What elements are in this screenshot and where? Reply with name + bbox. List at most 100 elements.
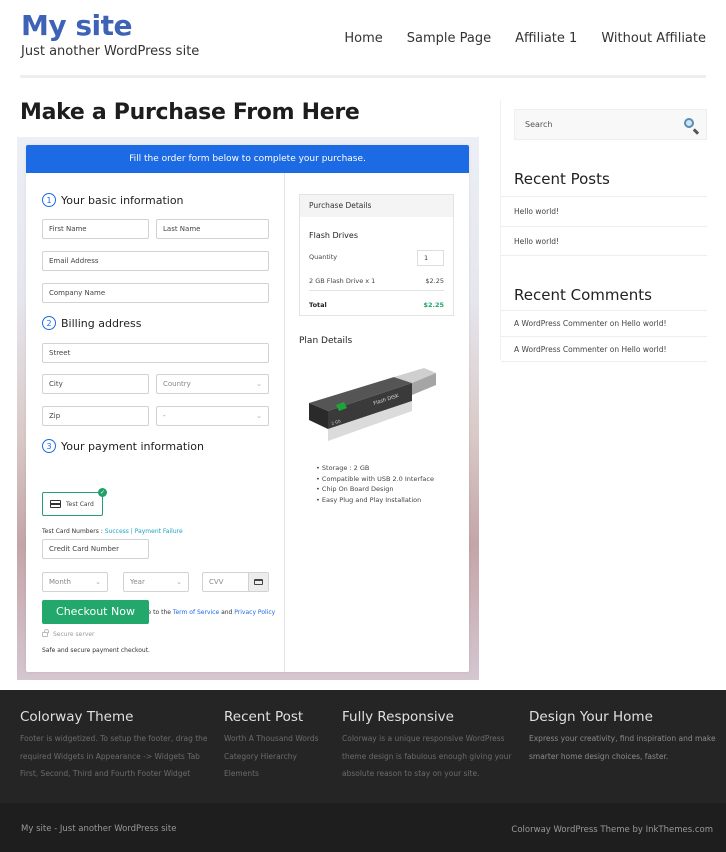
footer-bottom-bar: My site - Just another WordPress site Co… (0, 803, 726, 852)
page-title: Make a Purchase From Here (20, 100, 360, 125)
quantity-input[interactable]: 1 (417, 250, 444, 266)
country-select-value: Country (163, 380, 191, 388)
feature-item: Easy Plug and Play Installation (316, 495, 434, 506)
search-icon[interactable] (684, 118, 694, 128)
sidebar: Search Recent Posts Hello world! Hello w… (500, 100, 707, 362)
footer-post-link[interactable]: Category Hierarchy (224, 748, 319, 766)
step-payment: 3 Your payment information (42, 439, 204, 453)
footer-theme-credit-link[interactable]: Colorway WordPress Theme by InkThemes.co… (511, 825, 713, 835)
privacy-link[interactable]: Privacy Policy (234, 609, 275, 616)
nav-without-affiliate[interactable]: Without Affiliate (601, 31, 706, 46)
footer-line: required Widgets in Appearance -> Widget… (20, 751, 200, 761)
recent-post-link[interactable]: Hello world! (501, 226, 707, 256)
nav-home[interactable]: Home (344, 31, 382, 46)
total-value: $2.25 (423, 301, 444, 309)
footer-line: Colorway is a unique responsive WordPres… (342, 734, 505, 743)
footer-title: Fully Responsive (342, 709, 454, 725)
footer-col-responsive: Fully Responsive Colorway is a unique re… (342, 709, 511, 783)
month-select[interactable]: Month ⌄ (42, 572, 108, 592)
test-card-label: Test Card Numbers : (42, 528, 105, 535)
footer-title: Design Your Home (529, 709, 653, 725)
agree-and: and (219, 609, 235, 616)
zip-input[interactable]: Zip (42, 406, 149, 426)
feature-item: Storage : 2 GB (316, 463, 434, 474)
nav-affiliate-1[interactable]: Affiliate 1 (515, 31, 577, 46)
footer-line: Express your creativity, find inspiratio… (529, 734, 716, 743)
footer-col-recent-post: Recent Post Worth A Thousand Words Categ… (224, 709, 319, 783)
step-number-icon: 1 (42, 193, 56, 207)
search-input[interactable]: Search (514, 109, 707, 140)
step-billing: 2 Billing address (42, 316, 141, 330)
recent-post-link[interactable]: Hello world! (501, 196, 707, 226)
chevron-down-icon: ⌄ (176, 578, 182, 586)
recent-comment-link[interactable]: A WordPress Commenter on Hello world! (501, 310, 707, 336)
total-label: Total (309, 301, 327, 309)
step-number-icon: 2 (42, 316, 56, 330)
recent-posts-title: Recent Posts (514, 170, 610, 188)
city-input[interactable]: City (42, 374, 149, 394)
test-failure-link[interactable]: Payment Failure (135, 528, 183, 535)
payment-method-label: Test Card (66, 500, 94, 508)
header-divider (20, 75, 706, 78)
step-label: Your payment information (61, 439, 204, 453)
cvv-placeholder: CVV (209, 578, 224, 586)
product-name: Flash Drives (309, 231, 444, 240)
footer-widgets: Colorway Theme Footer is widgetized. To … (0, 690, 726, 803)
secure-label: Secure server (53, 631, 95, 638)
footer-title: Recent Post (224, 709, 304, 725)
line-item-label: 2 GB Flash Drive x 1 (309, 277, 376, 285)
checkout-card: Fill the order form below to complete yo… (26, 145, 469, 672)
chevron-down-icon: ⌄ (256, 412, 262, 420)
company-input[interactable]: Company Name (42, 283, 269, 303)
first-name-input[interactable]: First Name (42, 219, 149, 239)
footer-title: Colorway Theme (20, 709, 134, 725)
purchase-summary: Purchase Details Flash Drives Quantity 1… (286, 173, 469, 672)
secure-note: Safe and secure payment checkout. (42, 647, 150, 654)
card-number-input[interactable]: Credit Card Number (42, 539, 149, 559)
recent-comment-link[interactable]: A WordPress Commenter on Hello world! (501, 336, 707, 362)
footer-site-link[interactable]: My site - Just another WordPress site (21, 824, 176, 834)
footer-post-link[interactable]: Worth A Thousand Words (224, 730, 319, 748)
test-card-numbers: Test Card Numbers : Success | Payment Fa… (42, 528, 183, 535)
line-item-price: $2.25 (425, 277, 444, 285)
year-select-value: Year (130, 578, 145, 586)
step-basic-info: 1 Your basic information (42, 193, 184, 207)
nav-sample-page[interactable]: Sample Page (407, 31, 491, 46)
footer-post-link[interactable]: Elements (224, 765, 319, 783)
footer-line: absolute reason to stay on your site. (342, 769, 480, 778)
step-label: Billing address (61, 316, 142, 330)
street-input[interactable]: Street (42, 343, 269, 363)
site-header: My site Just another WordPress site Home… (0, 0, 726, 80)
check-icon: ✓ (98, 488, 107, 497)
plan-features: Storage : 2 GB Compatible with USB 2.0 I… (316, 463, 434, 505)
cvv-input[interactable]: CVV (202, 572, 269, 592)
line-item-row: 2 GB Flash Drive x 1 $2.25 (309, 277, 444, 285)
step-number-icon: 3 (42, 439, 56, 453)
site-tagline: Just another WordPress site (21, 44, 200, 59)
chevron-down-icon: ⌄ (256, 380, 262, 388)
divider (309, 290, 444, 291)
checkout-now-button[interactable]: Checkout Now (42, 600, 149, 624)
last-name-input[interactable]: Last Name (156, 219, 269, 239)
checkout-banner: Fill the order form below to complete yo… (26, 145, 469, 173)
state-select[interactable]: - ⌄ (156, 406, 269, 426)
test-success-link[interactable]: Success (105, 528, 129, 535)
terms-link[interactable]: Term of Service (173, 609, 219, 616)
site-title-link[interactable]: My site (21, 9, 133, 42)
step-label: Your basic information (61, 193, 184, 207)
credit-card-icon (50, 500, 61, 508)
quantity-label: Quantity (309, 253, 338, 261)
footer-line: theme design is fabulous enough giving y… (342, 751, 512, 761)
recent-comments-title: Recent Comments (514, 286, 652, 304)
email-input[interactable]: Email Address (42, 251, 269, 271)
footer-line: Footer is widgetized. To setup the foote… (20, 734, 208, 743)
country-select[interactable]: Country ⌄ (156, 374, 269, 394)
year-select[interactable]: Year ⌄ (123, 572, 189, 592)
footer-col-design-home: Design Your Home Express your creativity… (529, 709, 716, 765)
plan-details-title: Plan Details (299, 336, 353, 346)
footer-line: smarter home design choices, faster. (529, 751, 669, 761)
payment-method-test-card[interactable]: Test Card ✓ (42, 488, 107, 516)
product-title: Flash Drives (309, 231, 359, 240)
usb-drive-image: Flash DISK 2 Gb (309, 368, 436, 441)
feature-item: Chip On Board Design (316, 484, 434, 495)
